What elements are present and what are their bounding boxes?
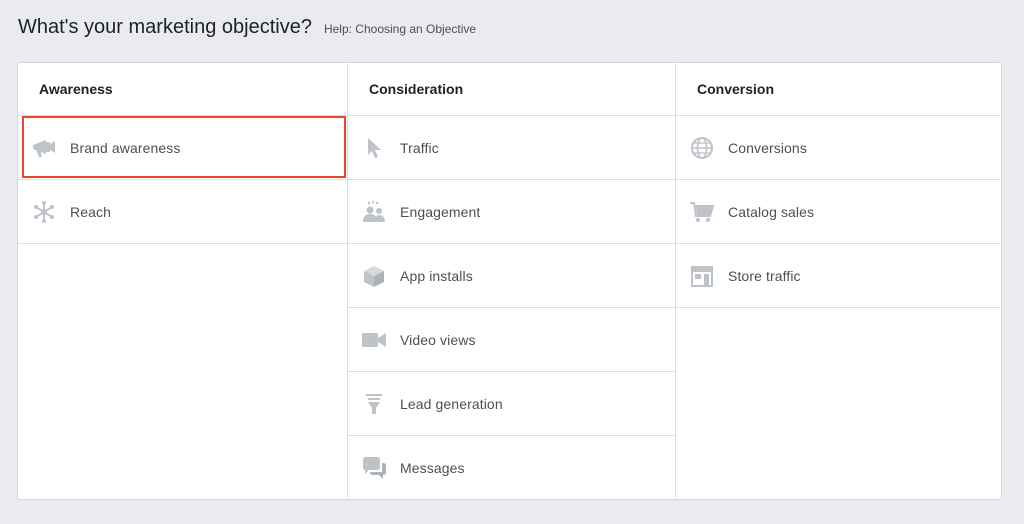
objective-label: Catalog sales bbox=[728, 203, 815, 220]
column-consideration: Consideration Traffic Engagement App ins… bbox=[348, 63, 676, 499]
objective-label: Engagement bbox=[400, 203, 481, 220]
column-header-consideration: Consideration bbox=[348, 63, 675, 116]
shopping-cart-icon bbox=[688, 198, 716, 226]
objective-label: Conversions bbox=[728, 139, 807, 156]
header: What's your marketing objective? Help: C… bbox=[18, 16, 476, 39]
storefront-icon bbox=[688, 262, 716, 290]
objective-label: Reach bbox=[70, 203, 111, 220]
objective-label: Lead generation bbox=[400, 395, 503, 412]
objective-traffic[interactable]: Traffic bbox=[348, 116, 675, 180]
objective-label: Messages bbox=[400, 459, 465, 476]
column-awareness: Awareness Brand awareness Reach bbox=[18, 63, 348, 499]
objective-conversions[interactable]: Conversions bbox=[676, 116, 1001, 180]
column-header-conversion: Conversion bbox=[676, 63, 1001, 116]
megaphone-icon bbox=[30, 134, 58, 162]
globe-icon bbox=[688, 134, 716, 162]
objective-label: Traffic bbox=[400, 139, 439, 156]
column-header-awareness: Awareness bbox=[18, 63, 347, 116]
objective-label: Store traffic bbox=[728, 267, 801, 284]
objective-messages[interactable]: Messages bbox=[348, 436, 675, 499]
objective-label: Video views bbox=[400, 331, 476, 348]
objective-lead-generation[interactable]: Lead generation bbox=[348, 372, 675, 436]
help-link[interactable]: Help: Choosing an Objective bbox=[324, 22, 476, 36]
chat-bubbles-icon bbox=[360, 454, 388, 482]
funnel-icon bbox=[360, 390, 388, 418]
people-icon bbox=[360, 198, 388, 226]
box-icon bbox=[360, 262, 388, 290]
objective-store-traffic[interactable]: Store traffic bbox=[676, 244, 1001, 308]
objective-catalog-sales[interactable]: Catalog sales bbox=[676, 180, 1001, 244]
objective-video-views[interactable]: Video views bbox=[348, 308, 675, 372]
column-conversion: Conversion Conversions Catalog sales Sto… bbox=[676, 63, 1001, 499]
objective-brand-awareness[interactable]: Brand awareness bbox=[18, 116, 347, 180]
objective-label: Brand awareness bbox=[70, 139, 181, 156]
objective-reach[interactable]: Reach bbox=[18, 180, 347, 244]
video-camera-icon bbox=[360, 326, 388, 354]
objective-label: App installs bbox=[400, 267, 473, 284]
objective-engagement[interactable]: Engagement bbox=[348, 180, 675, 244]
reach-icon bbox=[30, 198, 58, 226]
page-title: What's your marketing objective? bbox=[18, 16, 312, 38]
objective-app-installs[interactable]: App installs bbox=[348, 244, 675, 308]
objective-panel: Awareness Brand awareness Reach Consider… bbox=[17, 62, 1002, 500]
cursor-icon bbox=[360, 134, 388, 162]
